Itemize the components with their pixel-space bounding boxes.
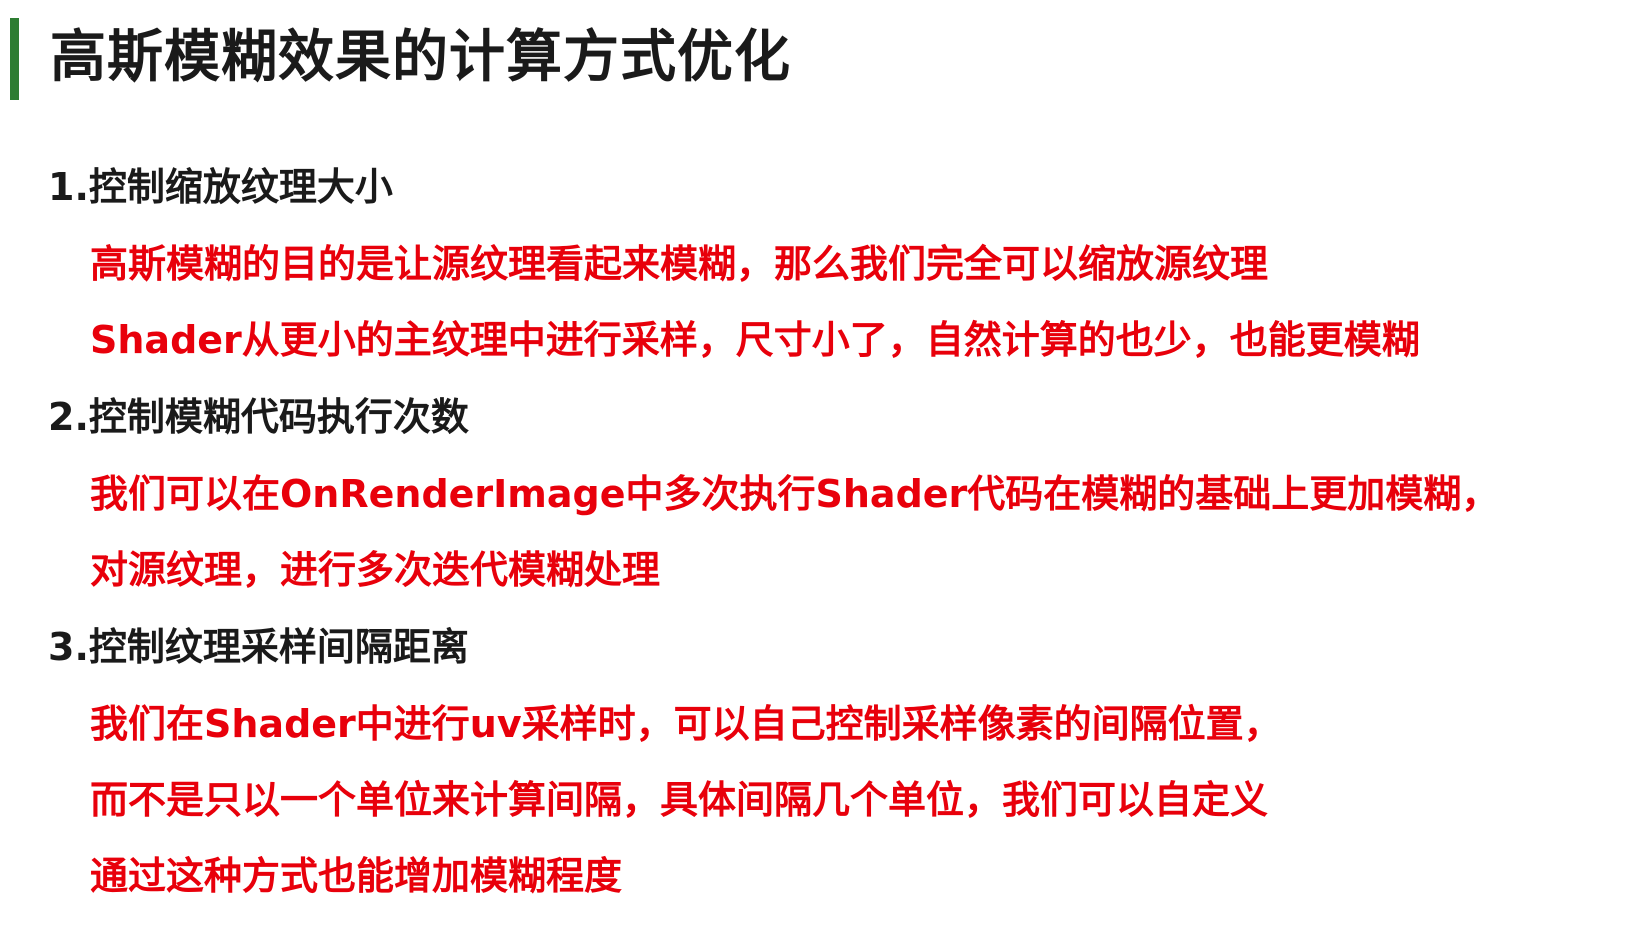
- content-body: 1.控制缩放纹理大小 高斯模糊的目的是让源纹理看起来模糊，那么我们完全可以缩放源…: [48, 148, 1623, 914]
- section-heading: 2.控制模糊代码执行次数: [48, 395, 469, 439]
- title-accent-bar: [10, 18, 19, 100]
- section-heading: 3.控制纹理采样间隔距离: [48, 625, 469, 669]
- section-line: 通过这种方式也能增加模糊程度: [90, 854, 623, 898]
- section-line: 我们在Shader中进行uv采样时，可以自己控制采样像素的间隔位置，: [90, 702, 1282, 746]
- section-line: 而不是只以一个单位来计算间隔，具体间隔几个单位，我们可以自定义: [90, 778, 1269, 822]
- section-heading: 1.控制缩放纹理大小: [48, 165, 393, 209]
- section-line: 对源纹理，进行多次迭代模糊处理: [90, 548, 661, 592]
- section-iteration-count: 2.控制模糊代码执行次数 我们可以在OnRenderImage中多次执行Shad…: [48, 378, 1623, 608]
- slide: 高斯模糊效果的计算方式优化 1.控制缩放纹理大小 高斯模糊的目的是让源纹理看起来…: [0, 0, 1629, 938]
- section-sample-spacing: 3.控制纹理采样间隔距离 我们在Shader中进行uv采样时，可以自己控制采样像…: [48, 608, 1623, 914]
- section-scale-texture: 1.控制缩放纹理大小 高斯模糊的目的是让源纹理看起来模糊，那么我们完全可以缩放源…: [48, 148, 1623, 378]
- page-title: 高斯模糊效果的计算方式优化: [50, 25, 791, 90]
- section-line: Shader从更小的主纹理中进行采样，尺寸小了，自然计算的也少，也能更模糊: [90, 318, 1420, 362]
- section-line: 高斯模糊的目的是让源纹理看起来模糊，那么我们完全可以缩放源纹理: [90, 242, 1269, 286]
- section-line: 我们可以在OnRenderImage中多次执行Shader代码在模糊的基础上更加…: [90, 472, 1500, 516]
